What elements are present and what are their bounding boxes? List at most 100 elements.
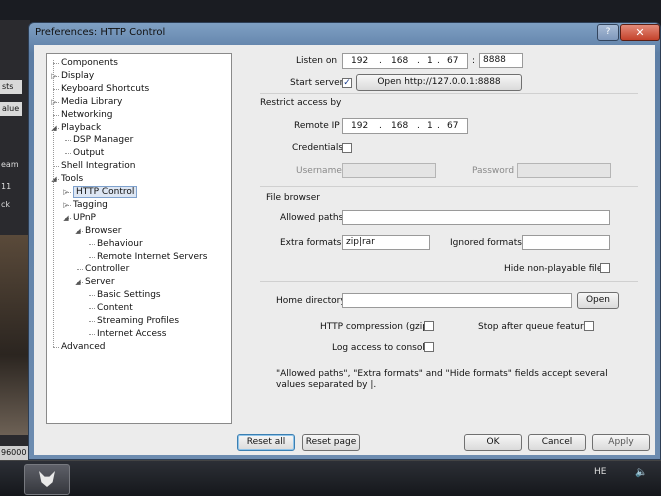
tree-item[interactable]: Behaviour bbox=[97, 238, 143, 250]
listen-ip-field[interactable]: 192 . 168 . 1 . 67 bbox=[342, 53, 468, 69]
ip-octet: 168 bbox=[391, 121, 409, 131]
http-compression-checkbox[interactable] bbox=[424, 321, 434, 331]
foobar-taskbar-button[interactable] bbox=[24, 464, 70, 495]
tree-connector bbox=[89, 333, 95, 335]
tree-item-label: Components bbox=[61, 58, 118, 68]
tree-item[interactable]: Tools bbox=[61, 173, 83, 185]
collapse-arrow-icon[interactable]: ◢ bbox=[50, 175, 58, 183]
ip-octet: 192 bbox=[351, 121, 369, 131]
collapse-arrow-icon[interactable]: ◢ bbox=[74, 278, 82, 286]
ignored-formats-input[interactable] bbox=[522, 235, 610, 250]
language-indicator[interactable]: HE bbox=[594, 467, 606, 477]
tree-connector bbox=[89, 243, 95, 245]
remote-ip-field[interactable]: 192 . 168 . 1 . 67 bbox=[342, 118, 468, 134]
credentials-checkbox[interactable] bbox=[342, 143, 352, 153]
expand-arrow-icon[interactable]: ▷ bbox=[50, 98, 58, 106]
tree-item[interactable]: Advanced bbox=[61, 341, 105, 353]
speaker-icon[interactable]: 🔈 bbox=[635, 467, 647, 478]
collapse-arrow-icon[interactable]: ◢ bbox=[74, 227, 82, 235]
listen-on-label: Listen on bbox=[296, 56, 338, 66]
tree-item[interactable]: Basic Settings bbox=[97, 289, 161, 301]
allowed-paths-input[interactable] bbox=[342, 210, 610, 225]
ip-dot: . bbox=[379, 56, 382, 66]
tree-item[interactable]: Server bbox=[85, 276, 115, 288]
stop-after-queue-checkbox[interactable] bbox=[584, 321, 594, 331]
tree-item[interactable]: Internet Access bbox=[97, 328, 166, 340]
tree-item-label: Shell Integration bbox=[61, 161, 136, 172]
tree-item-label: Display bbox=[61, 70, 95, 81]
expand-arrow-icon[interactable]: ▷ bbox=[50, 72, 58, 80]
background-text: eam bbox=[1, 160, 19, 169]
collapse-arrow-icon[interactable]: ◢ bbox=[62, 214, 70, 222]
allowed-paths-label: Allowed paths bbox=[280, 213, 344, 223]
fox-icon bbox=[39, 471, 55, 487]
tree-item[interactable]: DSP Manager bbox=[73, 134, 133, 146]
preferences-tree[interactable]: Components ▷ Display Keyboard Shortcuts ▷ Med… bbox=[46, 53, 232, 424]
start-server-checkbox[interactable]: ✓ bbox=[342, 78, 352, 88]
tree-item-label: Playback bbox=[61, 122, 102, 133]
hide-nonplayable-label: Hide non-playable files bbox=[504, 264, 608, 274]
tree-item[interactable]: Media Library bbox=[61, 96, 122, 108]
collapse-arrow-icon[interactable]: ◢ bbox=[50, 124, 58, 132]
ip-octet: 168 bbox=[391, 56, 409, 66]
tree-item[interactable]: Content bbox=[97, 302, 133, 314]
tree-item[interactable]: Controller bbox=[85, 263, 129, 275]
ip-octet: 1 bbox=[427, 121, 433, 131]
tree-item[interactable]: Keyboard Shortcuts bbox=[61, 83, 149, 95]
stop-after-queue-label: Stop after queue feature bbox=[478, 322, 590, 332]
background-button: alue bbox=[0, 102, 22, 116]
ip-dot: . bbox=[437, 121, 440, 131]
tree-item-label: Behaviour bbox=[97, 238, 143, 249]
tree-connector bbox=[89, 256, 95, 258]
tree-item[interactable]: Browser bbox=[85, 225, 121, 237]
background-app: sts alue eam 11 ck 96000 bbox=[0, 20, 31, 460]
tree-item[interactable]: Networking bbox=[61, 109, 113, 121]
apply-button[interactable]: Apply bbox=[592, 434, 650, 451]
tree-item[interactable]: Playback bbox=[61, 122, 101, 134]
tree-item[interactable]: Shell Integration bbox=[61, 160, 135, 172]
tree-connector bbox=[77, 269, 83, 271]
help-button[interactable]: ? bbox=[597, 24, 619, 41]
log-access-checkbox[interactable] bbox=[424, 342, 434, 352]
cancel-button[interactable]: Cancel bbox=[528, 434, 586, 451]
hide-nonplayable-checkbox[interactable] bbox=[600, 263, 610, 273]
divider bbox=[260, 281, 638, 282]
password-input[interactable] bbox=[517, 163, 611, 178]
close-button[interactable]: ✕ bbox=[620, 24, 660, 41]
reset-all-button[interactable]: Reset all bbox=[237, 434, 295, 451]
home-directory-input[interactable] bbox=[342, 293, 572, 308]
extra-formats-input[interactable]: zip|rar bbox=[342, 235, 430, 250]
file-browser-header: File browser bbox=[266, 193, 320, 203]
divider bbox=[260, 93, 638, 94]
expand-arrow-icon[interactable]: ▷ bbox=[62, 188, 70, 196]
ip-dot: . bbox=[417, 56, 420, 66]
tree-connector bbox=[89, 295, 95, 297]
expand-arrow-icon[interactable]: ▷ bbox=[62, 201, 70, 209]
tree-item[interactable]: Display bbox=[61, 70, 94, 82]
port-input[interactable]: 8888 bbox=[479, 53, 523, 68]
tree-item-label: Browser bbox=[85, 225, 122, 236]
tree-item[interactable]: Remote Internet Servers bbox=[97, 251, 207, 263]
tree-item[interactable]: UPnP bbox=[73, 212, 96, 224]
browse-home-button[interactable]: Open bbox=[577, 292, 619, 309]
tree-item[interactable]: Streaming Profiles bbox=[97, 315, 179, 327]
remote-ip-label: Remote IP bbox=[294, 121, 340, 131]
window-title: Preferences: HTTP Control bbox=[35, 27, 166, 38]
open-server-url-button[interactable]: Open http://127.0.0.1:8888 bbox=[356, 74, 522, 91]
tree-item-label: Media Library bbox=[61, 96, 123, 107]
format-help-note: "Allowed paths", "Extra formats" and "Hi… bbox=[276, 369, 608, 390]
ip-dot: . bbox=[417, 121, 420, 131]
username-input[interactable] bbox=[342, 163, 436, 178]
reset-page-button[interactable]: Reset page bbox=[302, 434, 360, 451]
tree-item-label: Remote Internet Servers bbox=[97, 251, 208, 262]
ok-button[interactable]: OK bbox=[464, 434, 522, 451]
tree-item[interactable]: Output bbox=[73, 147, 104, 159]
tree-item[interactable]: HTTP Control bbox=[73, 186, 138, 198]
tree-item[interactable]: Components bbox=[61, 57, 118, 69]
tree-item-label: Server bbox=[85, 277, 115, 288]
tree-item-label: Basic Settings bbox=[97, 290, 161, 301]
restrict-access-header: Restrict access by bbox=[260, 98, 342, 108]
tree-item[interactable]: Tagging bbox=[73, 199, 108, 211]
tree-connector bbox=[89, 308, 95, 310]
ip-dot: . bbox=[437, 56, 440, 66]
